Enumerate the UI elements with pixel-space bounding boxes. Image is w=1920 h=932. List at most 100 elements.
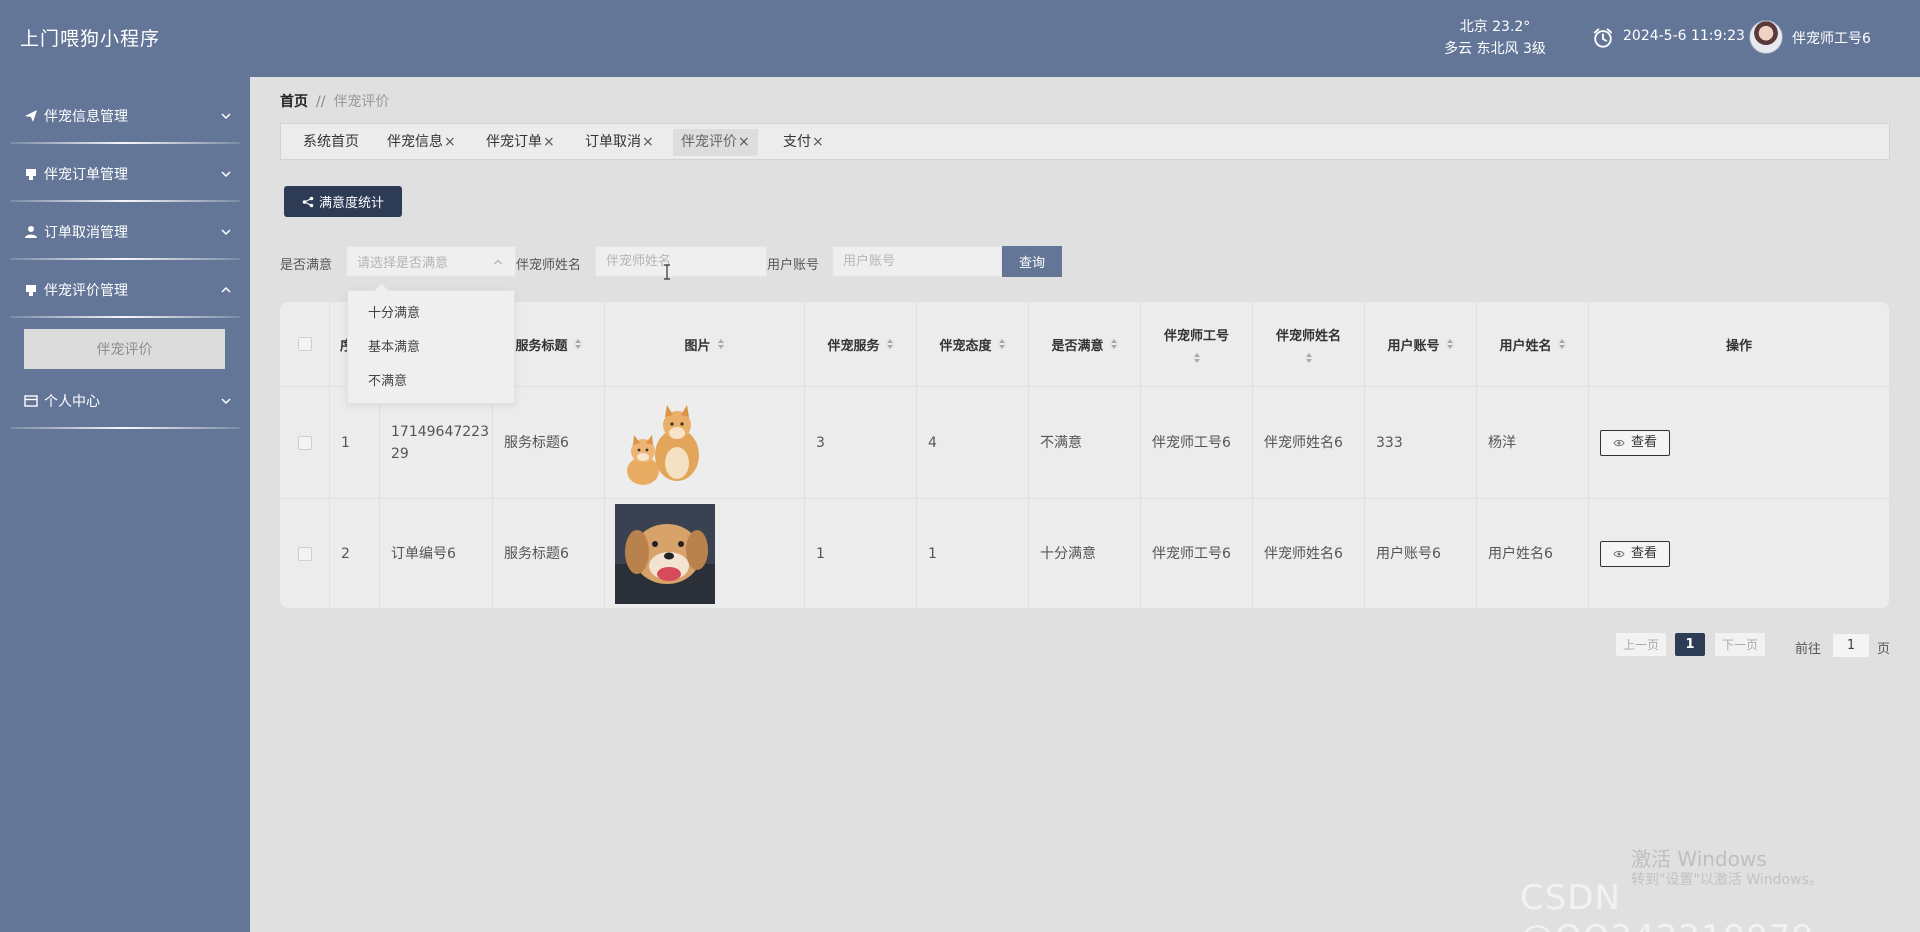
header-user-account[interactable]: 用户账号	[1365, 302, 1477, 386]
row-2-title: 服务标题6	[493, 499, 605, 608]
sidebar-item-label: 个人中心	[44, 394, 100, 410]
tab-label: 伴宠订单	[486, 134, 542, 150]
row-2-user-name: 用户姓名6	[1477, 499, 1589, 608]
header-label: 伴宠师工号	[1163, 328, 1229, 344]
sort-icon	[574, 339, 581, 349]
sitter-name-input[interactable]	[606, 254, 766, 269]
header-sitter-name[interactable]: 伴宠师姓名	[1253, 302, 1365, 386]
sort-icon	[1446, 339, 1453, 349]
row-1-satisfied: 不满意	[1029, 387, 1141, 498]
row-2-image-cell	[605, 499, 805, 608]
page-number-current[interactable]: 1	[1675, 633, 1705, 656]
breadcrumb-home[interactable]: 首页	[280, 94, 308, 110]
sidebar-item-pet-info[interactable]: 伴宠信息管理	[24, 104, 234, 128]
chevron-down-icon	[221, 398, 231, 405]
tab-pet-orders[interactable]: 伴宠订单×	[482, 129, 559, 156]
row-1-image-cell	[605, 387, 805, 498]
query-button[interactable]: 查询	[1002, 246, 1062, 277]
datetime: 2024-5-6 11:9:23	[1623, 28, 1745, 44]
header-label: 图片	[684, 338, 711, 354]
dropdown-option-very-satisfied[interactable]: 十分满意	[348, 297, 514, 331]
row-2-satisfied: 十分满意	[1029, 499, 1141, 608]
sort-icon	[1110, 339, 1117, 349]
header-sitter-no[interactable]: 伴宠师工号	[1141, 302, 1253, 386]
row-checkbox[interactable]	[297, 435, 312, 450]
menu-divider	[10, 200, 240, 202]
menu-divider	[10, 142, 240, 144]
header-satisfied[interactable]: 是否满意	[1029, 302, 1141, 386]
table-row-1-select	[280, 387, 330, 498]
menu-divider	[10, 316, 240, 318]
breadcrumb: 首页 // 伴宠评价	[280, 91, 389, 111]
satisfaction-stats-button[interactable]: 满意度统计	[284, 186, 402, 217]
sort-icon	[717, 339, 724, 349]
text-cursor-icon	[664, 264, 670, 280]
header-label: 服务标题	[515, 338, 568, 354]
reviews-table: 序号 服务标题 图片 伴宠服务 伴宠态度 是否满意 伴宠师工号 伴宠师姓名 用户…	[280, 302, 1889, 608]
sidebar-item-order-cancel[interactable]: 订单取消管理	[24, 220, 234, 244]
prev-page-button[interactable]: 上一页	[1616, 633, 1666, 656]
sidebar-item-label: 伴宠订单管理	[44, 167, 128, 183]
select-all-checkbox[interactable]	[297, 337, 312, 351]
view-button[interactable]: 查看	[1600, 540, 1670, 567]
tab-pet-review[interactable]: 伴宠评价×	[673, 129, 758, 156]
goto-prefix: 前往	[1795, 642, 1822, 657]
header-label: 伴宠服务	[827, 338, 880, 354]
row-2-attitude: 1	[917, 499, 1029, 608]
sort-icon	[998, 339, 1005, 349]
sidebar-item-profile[interactable]: 个人中心	[24, 389, 234, 413]
tab-pet-info[interactable]: 伴宠信息×	[383, 129, 460, 156]
goto-suffix: 页	[1877, 642, 1891, 657]
satisfied-select[interactable]: 请选择是否满意	[346, 246, 516, 277]
row-2-account: 用户账号6	[1365, 499, 1477, 608]
tab-label: 伴宠信息	[387, 134, 443, 150]
clock-icon	[1593, 28, 1613, 48]
view-button[interactable]: 查看	[1600, 429, 1670, 456]
sitter-name-field[interactable]	[595, 246, 767, 277]
close-icon[interactable]: ×	[642, 134, 654, 150]
next-page-button[interactable]: 下一页	[1715, 633, 1765, 656]
row-2-sitter-no: 伴宠师工号6	[1141, 499, 1253, 608]
chevron-down-icon	[221, 229, 231, 236]
tab-home[interactable]: 系统首页	[299, 129, 363, 156]
csdn-watermark: CSDN @QQ242219979	[1520, 878, 1813, 932]
cats-photo[interactable]	[615, 392, 715, 493]
header-pet-attitude[interactable]: 伴宠态度	[917, 302, 1029, 386]
chevron-up-icon	[494, 259, 502, 265]
header-user-name[interactable]: 用户姓名	[1477, 302, 1589, 386]
submenu-item-pet-review[interactable]: 伴宠评价	[24, 329, 225, 369]
sort-icon	[886, 339, 893, 349]
weather-city-temp: 北京 23.2°	[1459, 19, 1531, 35]
header-image[interactable]: 图片	[605, 302, 805, 386]
close-icon[interactable]: ×	[738, 134, 750, 150]
user-account-field[interactable]	[832, 246, 1002, 277]
sidebar-item-pet-orders[interactable]: 伴宠订单管理	[24, 162, 234, 186]
header-pet-service[interactable]: 伴宠服务	[805, 302, 917, 386]
stats-button-label: 满意度统计	[318, 196, 384, 211]
header-label: 是否满意	[1051, 338, 1104, 354]
weather-widget: 北京 23.2° 多云 东北风 3级	[1430, 16, 1560, 60]
header-actions: 操作	[1589, 302, 1889, 386]
sidebar-item-label: 伴宠评价管理	[44, 283, 128, 299]
share-icon	[302, 196, 314, 207]
menu-divider	[10, 258, 240, 260]
sidebar-item-pet-reviews[interactable]: 伴宠评价管理	[24, 278, 234, 302]
close-icon[interactable]: ×	[812, 134, 824, 150]
user-account-input[interactable]	[843, 254, 1001, 269]
eye-icon	[1613, 550, 1625, 557]
close-icon[interactable]: ×	[543, 134, 555, 150]
row-checkbox[interactable]	[297, 546, 312, 561]
tab-payment[interactable]: 支付×	[779, 129, 828, 156]
row-2-service: 1	[805, 499, 917, 608]
dog-photo[interactable]	[615, 503, 715, 604]
dropdown-option-basically-satisfied[interactable]: 基本满意	[348, 331, 514, 365]
row-2-actions: 查看	[1589, 499, 1889, 608]
goto-page-input[interactable]: 1	[1833, 634, 1869, 657]
header-label: 用户姓名	[1499, 338, 1552, 354]
avatar[interactable]	[1749, 20, 1783, 54]
row-1-actions: 查看	[1589, 387, 1889, 498]
dropdown-option-not-satisfied[interactable]: 不满意	[348, 365, 514, 399]
tab-order-cancel[interactable]: 订单取消×	[581, 129, 658, 156]
username[interactable]: 伴宠师工号6	[1792, 28, 1871, 48]
close-icon[interactable]: ×	[444, 134, 456, 150]
